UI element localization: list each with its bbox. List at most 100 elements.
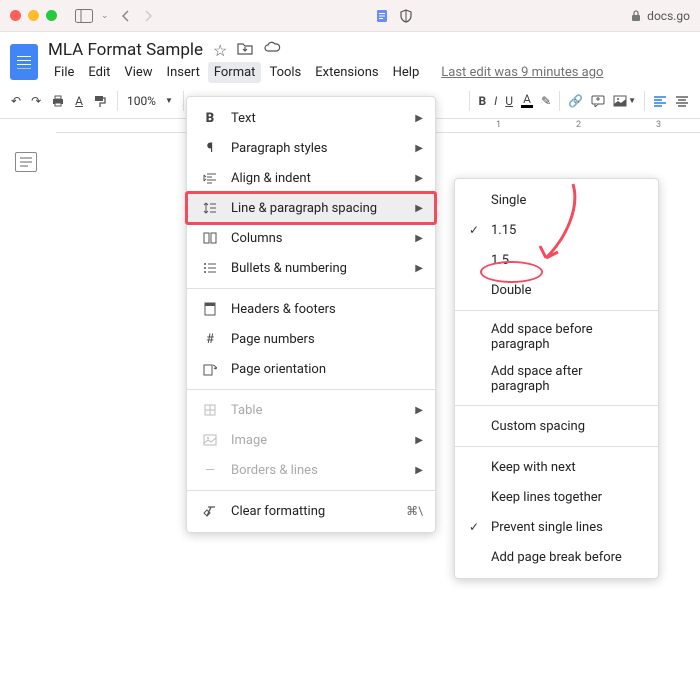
chevron-down-icon[interactable]: ▼	[162, 92, 176, 109]
spellcheck-button[interactable]: A	[72, 90, 86, 112]
ruler-tick: 1	[496, 120, 501, 130]
outline-icon[interactable]	[15, 152, 37, 172]
submenu-arrow-icon: ▶	[415, 173, 423, 184]
maximize-window-button[interactable]	[46, 10, 57, 21]
print-button[interactable]	[48, 90, 68, 112]
spacing-menu-item[interactable]: Add space before paragraph	[455, 316, 658, 358]
columns-icon	[201, 232, 219, 244]
table-icon	[201, 404, 219, 416]
header-icon	[201, 302, 219, 316]
menu-item-label: Align & indent	[231, 171, 403, 186]
shield-icon[interactable]	[399, 9, 413, 23]
highlight-button[interactable]: ✎	[538, 90, 554, 112]
align-icon	[201, 172, 219, 184]
clear-icon	[201, 505, 219, 517]
menu-tools[interactable]: Tools	[263, 62, 307, 83]
zoom-level[interactable]: 100%	[125, 94, 158, 108]
format-menu-item[interactable]: Bullets & numbering▶	[187, 253, 435, 283]
menu-item-label: Page numbers	[231, 332, 423, 347]
submenu-arrow-icon: ▶	[415, 233, 423, 244]
submenu-arrow-icon: ▶	[415, 143, 423, 154]
dropdown-chevron-icon[interactable]: ⌄	[101, 11, 109, 21]
format-menu-item[interactable]: Clear formatting⌘\	[187, 496, 435, 526]
align-left-button[interactable]	[650, 91, 670, 111]
bold-button[interactable]: B	[475, 90, 489, 112]
spacing-option-label: Add space before paragraph	[491, 322, 644, 352]
lock-icon	[631, 10, 641, 22]
format-menu-item: — Borders & lines ▶	[187, 455, 435, 485]
underline-button[interactable]: U	[502, 90, 516, 112]
format-menu-item[interactable]: BText▶	[187, 103, 435, 133]
spacing-option-label: Single	[491, 193, 644, 208]
spacing-menu-item[interactable]: Single	[455, 185, 658, 215]
spacing-icon	[201, 202, 219, 214]
undo-button[interactable]: ↶	[8, 90, 24, 112]
spacing-option-label: Prevent single lines	[491, 520, 644, 535]
spacing-option-label: 1.15	[491, 223, 644, 238]
format-menu-item[interactable]: Headers & footers	[187, 294, 435, 324]
menu-item-label: Table	[231, 403, 403, 418]
format-menu-item[interactable]: #Page numbers	[187, 324, 435, 354]
reader-icon[interactable]	[375, 9, 389, 23]
format-menu-item[interactable]: Align & indent ▶	[187, 163, 435, 193]
main-menu: File Edit View Insert Format Tools Exten…	[48, 62, 603, 83]
spacing-option-label: Add space after paragraph	[491, 364, 644, 394]
format-menu-item[interactable]: ¶Paragraph styles▶	[187, 133, 435, 163]
image-icon	[201, 434, 219, 446]
format-menu-item[interactable]: Columns ▶	[187, 223, 435, 253]
menu-item-label: Headers & footers	[231, 302, 423, 317]
submenu-arrow-icon: ▶	[415, 263, 423, 274]
docs-logo-icon[interactable]	[10, 44, 38, 80]
menu-edit[interactable]: Edit	[82, 62, 116, 83]
menu-item-label: Borders & lines	[231, 463, 403, 478]
star-icon[interactable]: ☆	[213, 41, 227, 60]
paint-format-button[interactable]	[90, 90, 110, 112]
menu-extensions[interactable]: Extensions	[309, 62, 384, 83]
bullets-icon	[201, 262, 219, 274]
menu-format[interactable]: Format	[208, 62, 262, 83]
window-controls	[10, 10, 57, 21]
spacing-menu-item[interactable]: Add page break before	[455, 542, 658, 572]
B-icon: B	[201, 111, 219, 126]
spacing-menu-item[interactable]: Double	[455, 275, 658, 305]
nav-forward-button[interactable]	[143, 9, 153, 23]
menu-view[interactable]: View	[118, 62, 158, 83]
menu-item-label: Paragraph styles	[231, 141, 403, 156]
insert-link-button[interactable]: 🔗	[565, 90, 586, 112]
move-icon[interactable]	[237, 41, 253, 60]
nav-back-button[interactable]	[121, 9, 131, 23]
address-bar[interactable]: docs.go	[631, 9, 690, 23]
browser-chrome: ⌄ docs.go	[0, 0, 700, 32]
sidebar-toggle-icon[interactable]	[75, 9, 93, 23]
submenu-arrow-icon: ▶	[415, 465, 423, 476]
spacing-menu-item[interactable]: 1.5	[455, 245, 658, 275]
redo-button[interactable]: ↷	[28, 90, 44, 112]
cloud-status-icon[interactable]	[263, 41, 281, 60]
spacing-option-label: Double	[491, 283, 644, 298]
spacing-menu-item[interactable]: Keep lines together	[455, 482, 658, 512]
menu-item-label: Clear formatting	[231, 504, 394, 519]
spacing-menu-item[interactable]: Keep with next	[455, 452, 658, 482]
format-menu-dropdown: BText▶¶Paragraph styles▶Align & indent▶L…	[186, 96, 436, 533]
close-window-button[interactable]	[10, 10, 21, 21]
format-menu-item[interactable]: Page orientation	[187, 354, 435, 384]
insert-image-button[interactable]: ▼	[610, 91, 639, 111]
last-edit-link[interactable]: Last edit was 9 minutes ago	[441, 65, 603, 80]
menu-insert[interactable]: Insert	[161, 62, 206, 83]
menu-file[interactable]: File	[48, 62, 80, 83]
spacing-menu-item[interactable]: Custom spacing	[455, 411, 658, 441]
menu-item-label: Columns	[231, 231, 403, 246]
align-center-button[interactable]	[672, 91, 692, 111]
insert-comment-button[interactable]	[588, 91, 608, 111]
spacing-menu-item[interactable]: ✓ 1.15	[455, 215, 658, 245]
borders-icon: —	[201, 463, 219, 478]
minimize-window-button[interactable]	[28, 10, 39, 21]
check-icon: ✓	[467, 223, 481, 237]
menu-help[interactable]: Help	[387, 62, 426, 83]
format-menu-item[interactable]: Line & paragraph spacing▶	[187, 193, 435, 223]
document-title[interactable]: MLA Format Sample	[48, 40, 203, 60]
italic-button[interactable]: I	[491, 90, 500, 112]
spacing-menu-item[interactable]: Add space after paragraph	[455, 358, 658, 400]
text-color-button[interactable]: A	[518, 89, 536, 112]
spacing-menu-item[interactable]: ✓Prevent single lines	[455, 512, 658, 542]
